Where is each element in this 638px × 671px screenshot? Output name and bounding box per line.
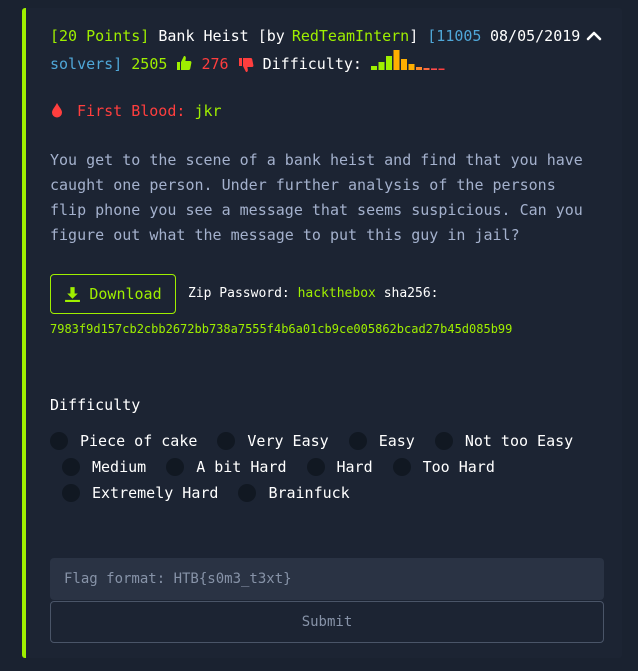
difficulty-bar — [408, 64, 415, 70]
difficulty-bar — [393, 50, 400, 70]
option-label: Hard — [336, 458, 373, 476]
challenge-date: 08/05/2019 — [490, 27, 581, 45]
difficulty-option-a-bit-hard[interactable]: A bit Hard — [166, 458, 287, 476]
difficulty-row-3: Extremely Hard Brainfuck — [62, 484, 350, 502]
first-blood-user[interactable]: jkr — [194, 102, 221, 120]
difficulty-bar — [416, 67, 422, 70]
difficulty-option-too-hard[interactable]: Too Hard — [392, 458, 495, 476]
difficulty-row-2: Medium A bit Hard Hard Too Hard — [62, 458, 495, 476]
option-label: Extremely Hard — [92, 484, 219, 502]
difficulty-option-piece-of-cake[interactable]: Piece of cake — [50, 432, 197, 450]
likes-count: 2505 — [131, 55, 168, 73]
radio-button[interactable] — [62, 458, 80, 476]
difficulty-bar — [386, 56, 392, 70]
difficulty-option-easy[interactable]: Easy — [348, 432, 415, 450]
difficulty-bar — [371, 66, 377, 70]
zip-info: Zip Password: hackthebox sha256: — [188, 284, 438, 304]
difficulty-option-extremely-hard[interactable]: Extremely Hard — [62, 484, 218, 502]
option-label: Medium — [92, 458, 147, 476]
option-label: A bit Hard — [196, 458, 287, 476]
blood-drop-icon — [50, 102, 64, 124]
radio-button[interactable] — [50, 432, 68, 450]
difficulty-bar — [423, 68, 430, 70]
radio-button[interactable] — [62, 484, 80, 502]
thumbs-up-icon[interactable] — [176, 54, 192, 79]
option-label: Piece of cake — [80, 432, 198, 450]
difficulty-row-1: Piece of cake Very Easy Easy Not too Eas… — [50, 432, 573, 450]
difficulty-bar — [378, 62, 385, 70]
difficulty-bar — [438, 68, 445, 70]
solvers-open: [11005 — [427, 27, 482, 45]
first-blood-label: First Blood: — [77, 102, 186, 120]
radio-button[interactable] — [348, 432, 367, 450]
difficulty-option-hard[interactable]: Hard — [306, 458, 373, 476]
first-blood: First Blood: jkr — [50, 100, 222, 124]
sha256-value: 7983f9d157cb2cbb2672bb738a7555f4b6a01cb9… — [50, 322, 513, 336]
challenge-name: Bank Heist — [158, 27, 249, 45]
chevron-up-icon[interactable] — [584, 26, 604, 46]
radio-button[interactable] — [392, 458, 411, 476]
option-label: Not too Easy — [464, 432, 574, 450]
sha-label: sha256: — [383, 286, 439, 301]
difficulty-inline-label: Difficulty: — [262, 55, 362, 73]
flag-input[interactable] — [50, 558, 604, 600]
difficulty-option-very-easy[interactable]: Very Easy — [217, 432, 329, 450]
difficulty-option-not-too-easy[interactable]: Not too Easy — [434, 432, 574, 450]
difficulty-bar — [401, 59, 407, 70]
difficulty-option-brainfuck[interactable]: Brainfuck — [238, 484, 350, 502]
radio-button[interactable] — [217, 432, 236, 450]
difficulty-bar — [431, 68, 437, 70]
option-label: Brainfuck — [268, 484, 350, 502]
zip-password-label: Zip Password: — [188, 286, 290, 301]
download-label: Download — [89, 285, 162, 303]
radio-button[interactable] — [434, 432, 453, 450]
difficulty-option-medium[interactable]: Medium — [62, 458, 146, 476]
difficulty-chart — [371, 49, 447, 79]
dislikes-count: 276 — [201, 55, 229, 73]
difficulty-section-title: Difficulty — [50, 396, 141, 414]
points-label: [20 Points] — [50, 27, 150, 45]
option-label: Very Easy — [247, 432, 329, 450]
thumbs-down-icon[interactable] — [238, 56, 254, 81]
download-icon — [64, 286, 81, 303]
challenge-description: You get to the scene of a bank heist and… — [50, 151, 583, 244]
by-prefix: [by — [257, 27, 285, 45]
option-label: Too Hard — [422, 458, 495, 476]
option-label: Easy — [378, 432, 415, 450]
author-link[interactable]: RedTeamIntern — [292, 27, 409, 45]
download-button[interactable]: Download — [50, 274, 176, 314]
challenge-card: [20 Points] Bank Heist [by RedTeamIntern]… — [22, 8, 622, 658]
radio-button[interactable] — [238, 484, 257, 502]
zip-password: hackthebox — [297, 286, 376, 301]
by-suffix: ] — [409, 27, 419, 45]
radio-button[interactable] — [166, 458, 185, 476]
solvers-close: solvers] — [50, 55, 123, 73]
submit-button[interactable]: Submit — [50, 601, 604, 643]
radio-button[interactable] — [306, 458, 325, 476]
